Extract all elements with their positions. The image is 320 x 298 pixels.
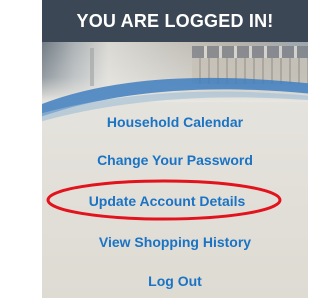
household-calendar-link[interactable]: Household Calendar — [42, 114, 308, 130]
view-shopping-history-link[interactable]: View Shopping History — [42, 234, 308, 250]
logged-in-banner: YOU ARE LOGGED IN! — [42, 0, 308, 42]
log-out-link[interactable]: Log Out — [42, 273, 308, 289]
account-panel: YOU ARE LOGGED IN! Household Calendar Ch… — [42, 0, 308, 298]
change-password-link[interactable]: Change Your Password — [42, 152, 308, 168]
update-account-details-link[interactable]: Update Account Details — [42, 193, 300, 209]
page-title: YOU ARE LOGGED IN! — [76, 10, 274, 31]
